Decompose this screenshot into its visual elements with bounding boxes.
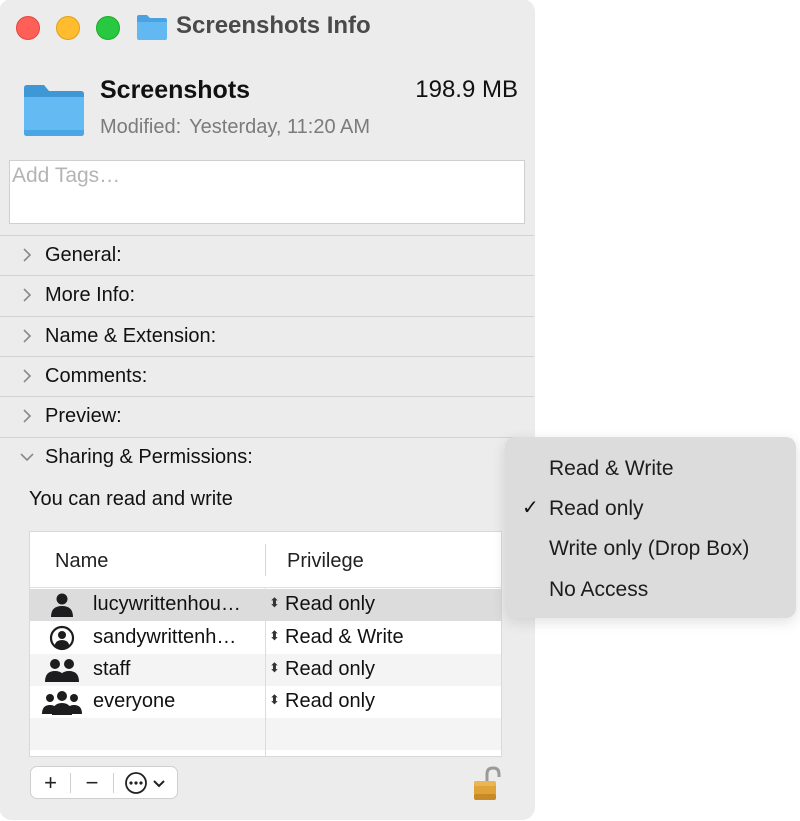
tags-input[interactable] xyxy=(10,161,524,191)
user-name: lucywrittenhou… xyxy=(93,593,241,615)
privilege-value: Read only xyxy=(285,690,376,712)
section-name-extension[interactable]: Name & Extension: xyxy=(0,316,534,356)
privilege-popup[interactable]: ⬍ Read only xyxy=(269,658,375,681)
column-header-privilege[interactable]: Privilege xyxy=(287,550,364,573)
privilege-value: Read only xyxy=(285,593,376,615)
chevron-right-icon xyxy=(23,288,32,302)
folder-icon xyxy=(137,15,167,40)
user-name: staff xyxy=(93,658,131,680)
unlocked-padlock-icon[interactable] xyxy=(472,766,504,802)
menu-item-no-access[interactable]: No Access xyxy=(549,578,648,602)
privilege-popup[interactable]: ⬍ Read only xyxy=(269,593,375,616)
column-header-name[interactable]: Name xyxy=(55,550,108,573)
person-circle-icon xyxy=(49,625,75,651)
window-title: Screenshots Info xyxy=(176,12,371,39)
user-name: sandywrittenh… xyxy=(93,626,237,648)
section-more-info[interactable]: More Info: xyxy=(0,275,534,315)
folder-icon xyxy=(24,85,84,136)
menu-item-write-only[interactable]: Write only (Drop Box) xyxy=(549,537,749,561)
zoom-button[interactable] xyxy=(96,16,120,40)
tags-field-container xyxy=(9,160,525,224)
privilege-popup[interactable]: ⬍ Read & Write xyxy=(269,626,404,649)
chevron-down-icon xyxy=(20,453,34,462)
permission-summary: You can read and write xyxy=(29,488,233,510)
add-user-button[interactable]: + xyxy=(31,767,70,798)
chevron-right-icon xyxy=(23,248,32,262)
action-menu-button[interactable] xyxy=(114,767,177,798)
up-down-arrows-icon: ⬍ xyxy=(269,692,280,707)
modified-label: Modified: xyxy=(100,116,182,138)
up-down-arrows-icon: ⬍ xyxy=(269,660,280,675)
table-header: Name Privilege xyxy=(30,532,501,588)
chevron-right-icon xyxy=(23,329,32,343)
modified-info: Modified: Yesterday, 11:20 AM xyxy=(100,116,370,139)
section-comments[interactable]: Comments: xyxy=(0,356,534,396)
section-label: Sharing & Permissions: xyxy=(45,446,253,468)
section-label: General: xyxy=(45,244,122,266)
person-icon xyxy=(51,593,73,617)
menu-item-read-write[interactable]: Read & Write xyxy=(549,457,674,481)
file-size: 198.9 MB xyxy=(415,76,518,103)
permissions-table: Name Privilege lucywrittenhou… ⬍ Read onl… xyxy=(29,531,502,757)
group-icon xyxy=(45,659,79,682)
file-name: Screenshots xyxy=(100,76,251,104)
info-window: Screenshots Info Screenshots 198.9 MB Mo… xyxy=(0,0,534,819)
column-divider xyxy=(265,588,266,756)
chevron-down-icon xyxy=(153,779,165,787)
everyone-icon xyxy=(42,691,82,715)
title-bar: Screenshots Info xyxy=(0,0,534,56)
chevron-right-icon xyxy=(23,409,32,423)
privilege-value: Read & Write xyxy=(285,626,404,648)
section-preview[interactable]: Preview: xyxy=(0,396,534,436)
section-label: Preview: xyxy=(45,405,122,427)
privilege-popup-menu: Read & Write ✓ Read only Write only (Dro… xyxy=(505,437,796,618)
privilege-popup[interactable]: ⬍ Read only xyxy=(269,690,375,713)
section-general[interactable]: General: xyxy=(0,235,534,275)
modified-value: Yesterday, 11:20 AM xyxy=(189,116,371,138)
minimize-button[interactable] xyxy=(56,16,80,40)
section-sharing-permissions[interactable]: Sharing & Permissions: xyxy=(0,437,534,477)
chevron-right-icon xyxy=(23,369,32,383)
section-label: Name & Extension: xyxy=(45,325,217,347)
section-label: More Info: xyxy=(45,284,136,306)
remove-user-button[interactable]: − xyxy=(71,767,113,798)
section-label: Comments: xyxy=(45,365,148,387)
menu-item-read-only[interactable]: Read only xyxy=(549,497,644,521)
ellipsis-circle-icon xyxy=(125,771,147,794)
checkmark-icon: ✓ xyxy=(522,497,539,519)
file-header: Screenshots 198.9 MB Modified: Yesterday,… xyxy=(0,62,534,152)
permissions-toolbar: + − xyxy=(30,766,178,799)
privilege-value: Read only xyxy=(285,658,376,680)
column-divider xyxy=(265,544,266,576)
up-down-arrows-icon: ⬍ xyxy=(269,595,280,610)
up-down-arrows-icon: ⬍ xyxy=(269,628,280,643)
close-button[interactable] xyxy=(16,16,40,40)
user-name: everyone xyxy=(93,690,176,712)
